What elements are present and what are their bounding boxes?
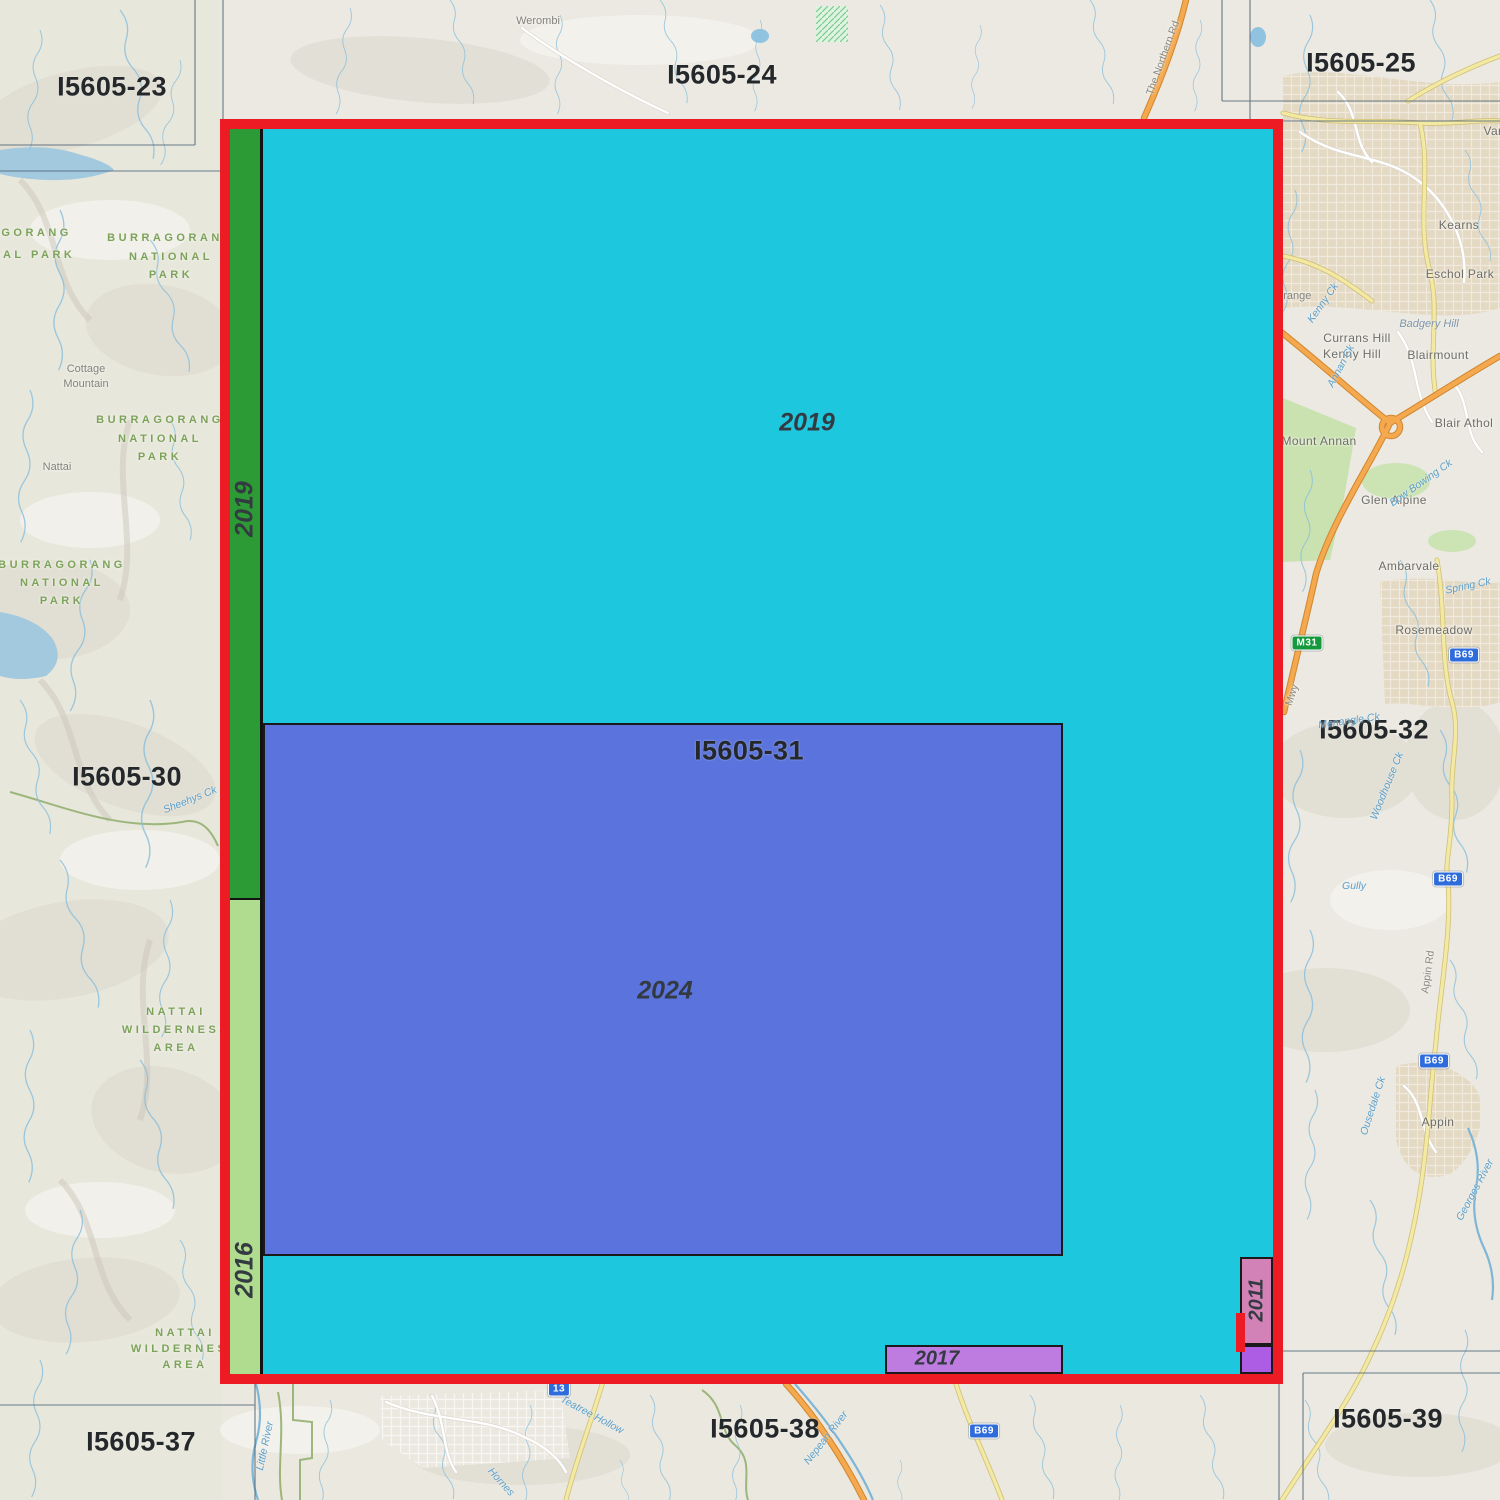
coverage-2016-strip[interactable] — [227, 898, 263, 1374]
coverage-2017[interactable] — [885, 1345, 1063, 1374]
coverage-2011[interactable] — [1240, 1257, 1273, 1345]
map-viewport: I5605-23I5605-24I5605-25I5605-30I5605-32… — [0, 0, 1500, 1500]
coverage-2024[interactable] — [263, 723, 1063, 1256]
coverage-unlabeled[interactable] — [1240, 1345, 1273, 1374]
coverage-2019-strip[interactable] — [227, 129, 263, 898]
